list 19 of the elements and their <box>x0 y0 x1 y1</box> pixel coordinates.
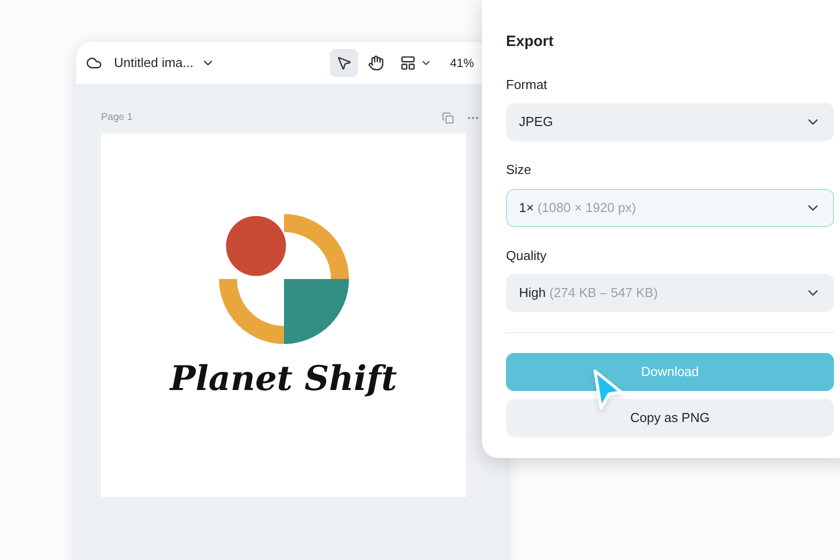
field-label: Size <box>506 161 532 179</box>
cursor-icon <box>592 368 624 412</box>
page-label: Page 1 <box>101 111 133 125</box>
panel-title: Export <box>506 32 555 52</box>
select-field[interactable]: JPEG <box>506 103 834 141</box>
brand-name: Planet Shift <box>170 362 397 396</box>
field-label: Format <box>506 76 548 94</box>
select-field[interactable]: 1× (1080 × 1920 px) <box>506 188 834 226</box>
tool-button[interactable] <box>330 49 358 77</box>
hand-icon <box>368 55 384 71</box>
document-title-dropdown[interactable]: Untitled ima... <box>114 53 216 73</box>
layout-icon <box>400 55 416 71</box>
zoom-level[interactable]: 41% <box>450 54 474 72</box>
copy-button[interactable]: Copy as PNG <box>506 399 834 437</box>
field-label: Quality <box>506 246 548 265</box>
select-field[interactable]: High (274 KB – 547 KB) <box>506 274 834 312</box>
duplicate-icon[interactable] <box>442 112 454 124</box>
cloud-icon[interactable] <box>86 55 102 71</box>
pointer-icon <box>336 55 352 71</box>
